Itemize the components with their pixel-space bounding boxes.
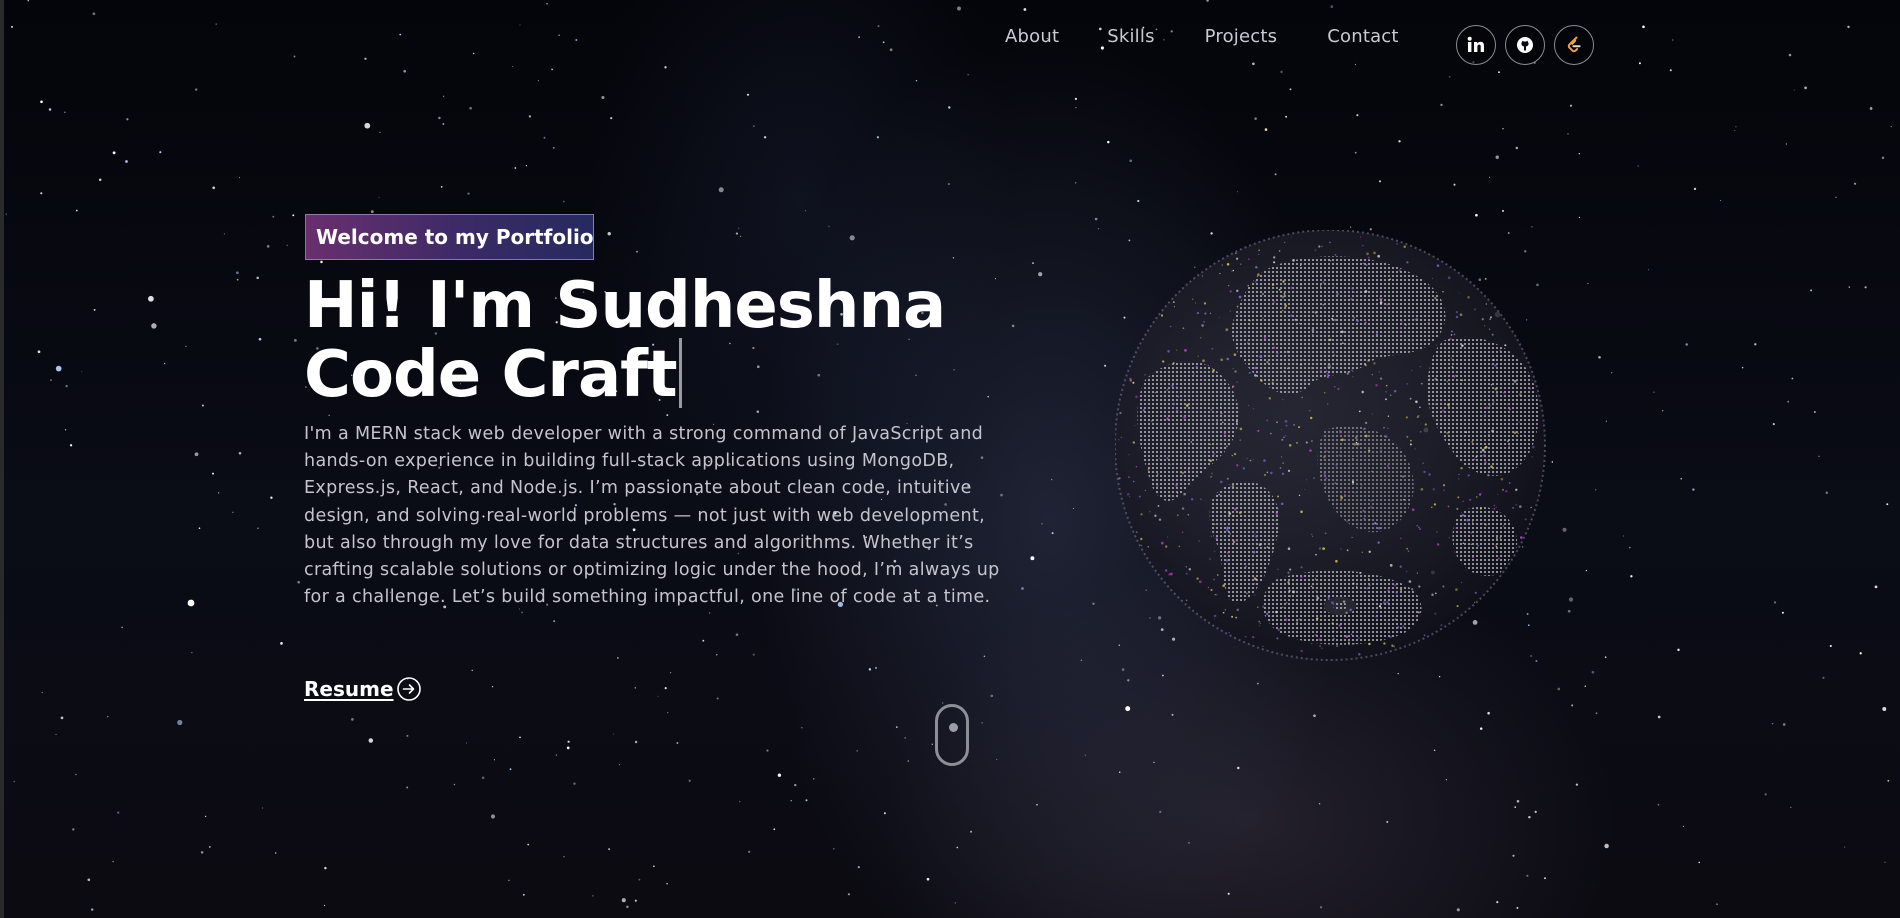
hero-heading-line1: Hi! I'm Sudheshna (304, 269, 946, 343)
github-icon (1517, 37, 1533, 53)
arrow-right-circle-icon (396, 676, 422, 702)
scroll-wheel-dot (949, 723, 958, 732)
hero-description: I'm a MERN stack web developer with a st… (304, 424, 1000, 608)
nav-link-about[interactable]: About (1005, 26, 1059, 47)
hero-page: About Skills Projects Contact Welcome to… (0, 0, 1900, 918)
linkedin-icon (1467, 36, 1484, 52)
leetcode-button[interactable] (1554, 25, 1594, 65)
hero-heading: Hi! I'm Sudheshna Code Craft (304, 274, 946, 412)
scroll-down-indicator[interactable] (935, 704, 969, 766)
nav-link-skills[interactable]: Skills (1107, 26, 1154, 47)
globe-illustration (1115, 230, 1546, 661)
leetcode-icon (1567, 36, 1581, 53)
nav-link-contact[interactable]: Contact (1327, 26, 1398, 47)
hero-heading-typed-text: Code Craft (304, 338, 678, 412)
nav-link-projects[interactable]: Projects (1205, 26, 1278, 47)
welcome-badge: Welcome to my Portfolio (305, 214, 594, 260)
linkedin-button[interactable] (1456, 25, 1496, 65)
github-button[interactable] (1505, 25, 1545, 65)
resume-link[interactable]: Resume (304, 676, 422, 702)
social-links (1456, 25, 1603, 65)
top-nav: About Skills Projects Contact (1005, 26, 1449, 47)
typing-cursor (678, 338, 682, 408)
resume-label: Resume (304, 677, 394, 701)
